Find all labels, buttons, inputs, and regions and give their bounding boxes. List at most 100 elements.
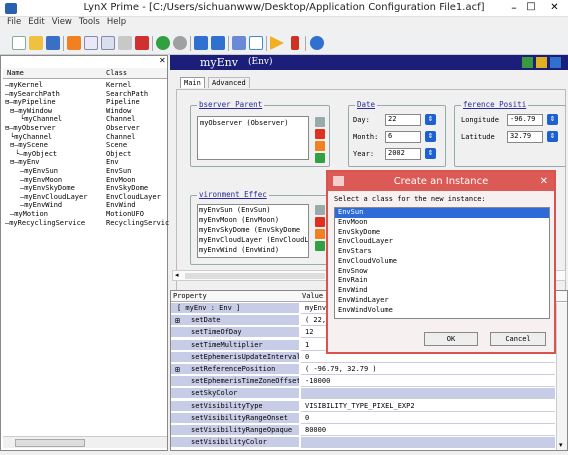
class-list-item[interactable]: EnvCloudLayer bbox=[335, 237, 549, 247]
latitude-input[interactable]: 32.79 bbox=[507, 131, 543, 143]
tree-row[interactable]: —myEnvSun EnvSun bbox=[3, 167, 167, 176]
longitude-spinner[interactable]: ⇕ bbox=[547, 114, 558, 125]
redo-icon[interactable] bbox=[211, 36, 225, 50]
grid-icon[interactable] bbox=[232, 36, 246, 50]
ok-button[interactable]: OK bbox=[424, 332, 478, 346]
tab-main[interactable]: Main bbox=[180, 77, 205, 88]
tree-row[interactable]: —myEnvMoon EnvMoon bbox=[3, 176, 167, 185]
tree-row[interactable]: —myEnvCloudLayer EnvCloudLayer bbox=[3, 193, 167, 202]
class-list-item[interactable]: EnvSkyDome bbox=[335, 228, 549, 238]
cancel-button[interactable]: Cancel bbox=[490, 332, 546, 346]
info-icon[interactable] bbox=[249, 36, 263, 50]
property-value[interactable]: -10000 bbox=[301, 376, 555, 388]
tree-row[interactable]: ⊟—myScene Scene bbox=[3, 141, 167, 150]
back-icon[interactable] bbox=[156, 36, 170, 50]
copy-icon[interactable] bbox=[101, 36, 115, 50]
property-row[interactable]: setVisibilityColor bbox=[171, 437, 555, 449]
class-list-item[interactable]: EnvRain bbox=[335, 276, 549, 286]
day-spinner[interactable]: ⇕ bbox=[425, 114, 436, 125]
property-row[interactable]: setVisibilityRangeOpaque 80000 bbox=[171, 425, 555, 436]
remove-icon[interactable] bbox=[315, 217, 325, 227]
property-row[interactable]: setVisibilityRangeOnset 0 bbox=[171, 412, 555, 424]
tree-row[interactable]: —myEnvWind EnvWind bbox=[3, 201, 167, 210]
observer-list[interactable]: myObserver (Observer) bbox=[197, 116, 309, 160]
month-input[interactable]: 6 bbox=[385, 131, 421, 143]
minimize-button[interactable]: – bbox=[507, 1, 521, 14]
play-icon[interactable] bbox=[270, 36, 284, 50]
property-row[interactable]: setSkyColor bbox=[171, 388, 555, 400]
class-list[interactable]: EnvSun EnvMoon EnvSkyDome EnvCloudLayer EnvS… bbox=[334, 207, 550, 319]
environment-item[interactable]: myEnvSkyDome (EnvSkyDome bbox=[199, 226, 307, 236]
edit-icon[interactable] bbox=[315, 141, 325, 151]
class-list-item[interactable]: EnvCloudVolume bbox=[335, 257, 549, 267]
property-row[interactable]: setVisibilityType VISIBILITY_TYPE_PIXEL_E… bbox=[171, 400, 555, 412]
menu-edit[interactable]: Edit bbox=[28, 17, 44, 27]
maximize-button[interactable]: □ bbox=[524, 1, 538, 12]
environment-list[interactable]: myEnvSun (EnvSun) myEnvMoon (EnvMoon) myEn… bbox=[197, 204, 309, 258]
year-input[interactable]: 2002 bbox=[385, 148, 421, 160]
menu-help[interactable]: Help bbox=[107, 17, 126, 27]
class-list-item[interactable]: EnvWindVolume bbox=[335, 306, 549, 316]
add-icon[interactable] bbox=[315, 117, 325, 127]
check-icon[interactable] bbox=[522, 57, 533, 68]
environment-item[interactable]: myEnvMoon (EnvMoon) bbox=[199, 216, 307, 226]
panel-close-icon[interactable]: ✕ bbox=[159, 56, 166, 65]
class-list-item[interactable]: EnvSun bbox=[335, 208, 549, 218]
month-spinner[interactable]: ⇕ bbox=[425, 131, 436, 142]
forward-icon[interactable] bbox=[173, 36, 187, 50]
class-list-item[interactable]: EnvWindLayer bbox=[335, 296, 549, 306]
add-icon[interactable] bbox=[315, 205, 325, 215]
open-icon[interactable] bbox=[29, 36, 43, 50]
class-list-item[interactable]: EnvStars bbox=[335, 247, 549, 257]
property-row[interactable]: setEphemerisTimeZoneOffset -10000 bbox=[171, 376, 555, 388]
edit-icon[interactable] bbox=[315, 229, 325, 239]
dialog-close-icon[interactable]: ✕ bbox=[540, 172, 548, 191]
expand-icon[interactable]: ⊞ bbox=[175, 364, 180, 375]
tree-row[interactable]: ⊟—myPipeline Pipeline bbox=[3, 98, 167, 107]
tree-row[interactable]: ⊟—myEnv Env bbox=[3, 158, 167, 167]
tree-row[interactable]: └—myObject Object bbox=[3, 150, 167, 159]
new-icon[interactable] bbox=[12, 36, 26, 50]
remove-icon[interactable] bbox=[315, 129, 325, 139]
expand-icon[interactable]: ⊞ bbox=[175, 315, 180, 326]
year-spinner[interactable]: ⇕ bbox=[425, 148, 436, 159]
property-value[interactable] bbox=[301, 437, 555, 449]
tree-row[interactable]: ⊟—myObserver Observer bbox=[3, 124, 167, 133]
tree-row[interactable]: └myChannel Channel bbox=[3, 115, 167, 124]
tree-hscrollbar[interactable] bbox=[3, 436, 167, 448]
longitude-input[interactable]: -96.79 bbox=[507, 114, 543, 126]
environment-item[interactable]: myEnvSun (EnvSun) bbox=[199, 206, 307, 216]
tab-advanced[interactable]: Advanced bbox=[208, 77, 250, 88]
tree-row[interactable]: —myKernel Kernel bbox=[3, 81, 167, 90]
script-icon[interactable] bbox=[291, 36, 299, 50]
save-icon[interactable] bbox=[46, 36, 60, 50]
tree-row[interactable]: —mySearchPath SearchPath bbox=[3, 90, 167, 99]
menu-tools[interactable]: Tools bbox=[79, 17, 100, 27]
menu-file[interactable]: File bbox=[7, 17, 21, 27]
property-value[interactable]: VISIBILITY_TYPE_PIXEL_EXP2 bbox=[301, 401, 555, 412]
tree-row[interactable]: —myMotion MotionUFO bbox=[3, 210, 167, 219]
tree-row[interactable]: └myChannel Channel bbox=[3, 133, 167, 142]
property-value[interactable]: ( -96.79, 32.79 ) bbox=[301, 364, 555, 375]
environment-item[interactable]: myEnvWind (EnvWind) bbox=[199, 246, 307, 256]
property-value[interactable] bbox=[301, 388, 555, 400]
class-list-item[interactable]: EnvWind bbox=[335, 286, 549, 296]
go-icon[interactable] bbox=[315, 241, 325, 251]
observer-item[interactable]: myObserver (Observer) bbox=[200, 119, 289, 127]
help-icon[interactable] bbox=[310, 36, 324, 50]
latitude-spinner[interactable]: ⇕ bbox=[547, 131, 558, 142]
day-input[interactable]: 22 bbox=[385, 114, 421, 126]
more-icon[interactable] bbox=[536, 57, 547, 68]
menu-view[interactable]: View bbox=[52, 17, 72, 27]
delete-icon[interactable] bbox=[135, 36, 149, 50]
help-icon[interactable] bbox=[550, 57, 561, 68]
property-vscrollbar[interactable]: ▾ bbox=[556, 303, 567, 450]
property-row[interactable]: setReferencePosition( -96.79, 32.79 ) ⊞ bbox=[171, 364, 555, 375]
class-list-item[interactable]: EnvMoon bbox=[335, 218, 549, 228]
cut-icon[interactable] bbox=[84, 36, 98, 50]
tree-row[interactable]: —myRecyclingService RecyclingServic bbox=[3, 219, 169, 228]
environment-item[interactable]: myEnvCloudLayer (EnvCloudL bbox=[199, 236, 308, 246]
property-value[interactable]: 80000 bbox=[301, 425, 555, 436]
class-list-item[interactable]: EnvSnow bbox=[335, 267, 549, 277]
stop-icon[interactable] bbox=[67, 36, 81, 50]
